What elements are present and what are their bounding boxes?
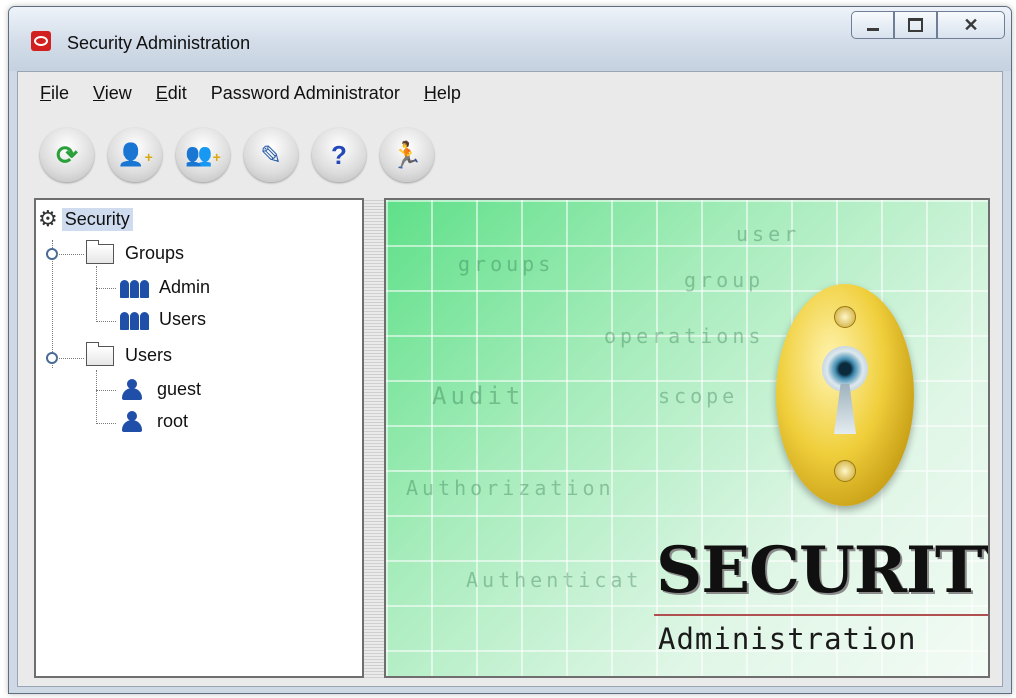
- add-group-icon: 👥+: [185, 142, 221, 167]
- watermark-operations: operations: [604, 324, 765, 348]
- watermark-scope: scope: [658, 384, 739, 408]
- tree-node-users[interactable]: Users: [86, 341, 175, 367]
- tree-node-label: Groups: [125, 243, 185, 263]
- add-user-button[interactable]: 👤+: [108, 128, 162, 182]
- exit-icon: 🏃: [390, 140, 424, 170]
- menu-edit-label: dit: [167, 82, 187, 103]
- tree-node-label: root: [157, 411, 189, 431]
- menu-view[interactable]: View: [93, 83, 132, 104]
- split-pane: ⚙ Security Groups Admin Users Users gues…: [34, 198, 990, 678]
- oracle-app-icon: [31, 31, 51, 51]
- tree-node-group-users[interactable]: Users: [120, 308, 209, 331]
- tree-connector: [96, 370, 97, 424]
- exit-button[interactable]: 🏃: [380, 128, 434, 182]
- splash-logo-rule: [654, 614, 988, 616]
- tree-connector: [96, 288, 116, 289]
- watermark-authentication: Authenticat: [466, 568, 643, 592]
- app-frame: File View Edit Password Administrator He…: [17, 71, 1003, 687]
- tree-connector: [56, 254, 84, 255]
- tree-node-label: Users: [159, 309, 207, 329]
- close-icon: ✕: [963, 14, 979, 35]
- menu-file[interactable]: File: [40, 83, 69, 104]
- tree-node-label: guest: [157, 379, 202, 399]
- tree-node-security[interactable]: ⚙ Security: [38, 206, 133, 232]
- splash-logo-subtitle: Administration: [658, 622, 917, 656]
- minimize-icon: [866, 27, 879, 31]
- edit-button[interactable]: ✎: [244, 128, 298, 182]
- menu-view-mnemonic: V: [93, 82, 105, 103]
- gears-icon: ⚙: [38, 206, 58, 231]
- user-icon: [120, 378, 146, 401]
- help-icon: ?: [331, 140, 347, 170]
- app-window: Security Administration ✕ File View Edit…: [8, 6, 1012, 694]
- add-group-button[interactable]: 👥+: [176, 128, 230, 182]
- menu-view-label: iew: [104, 82, 132, 103]
- watermark-audit: Audit: [432, 382, 525, 410]
- toolbar: ⟳ 👤+ 👥+ ✎ ? 🏃: [40, 128, 448, 182]
- menu-help-mnemonic: H: [423, 82, 437, 103]
- tree-connector: [96, 321, 116, 322]
- menu-bar: File View Edit Password Administrator He…: [18, 72, 1002, 114]
- menu-help-label: elp: [436, 82, 461, 103]
- menu-edit-mnemonic: E: [155, 82, 168, 103]
- gold-lock-icon: [776, 284, 914, 506]
- menu-file-mnemonic: F: [40, 82, 51, 103]
- edit-icon: ✎: [260, 140, 282, 170]
- tree-node-groups[interactable]: Groups: [86, 239, 187, 265]
- maximize-button[interactable]: [894, 11, 937, 39]
- tree-node-label: Admin: [159, 277, 211, 297]
- folder-icon: [86, 341, 114, 366]
- user-icon: [120, 410, 146, 433]
- tree-node-label: Users: [125, 345, 173, 365]
- group-icon: [120, 278, 150, 298]
- help-button[interactable]: ?: [312, 128, 366, 182]
- tree-connector: [96, 423, 116, 424]
- tree-node-user-guest[interactable]: guest: [120, 378, 204, 401]
- keyhole-slot: [834, 384, 856, 434]
- group-icon: [120, 310, 150, 330]
- refresh-icon: ⟳: [56, 140, 78, 170]
- window-title: Security Administration: [67, 33, 251, 53]
- menu-edit[interactable]: Edit: [156, 83, 187, 104]
- menu-password-administrator[interactable]: Password Administrator: [211, 83, 400, 104]
- title-bar[interactable]: Security Administration ✕: [9, 7, 1011, 71]
- close-button[interactable]: ✕: [937, 11, 1005, 39]
- splash-logo-title: SECURITY: [656, 533, 990, 608]
- watermark-groups: groups: [458, 252, 555, 276]
- splitter-handle[interactable]: [364, 198, 384, 678]
- security-tree[interactable]: ⚙ Security Groups Admin Users Users gues…: [34, 198, 364, 678]
- tree-node-label: Security: [61, 207, 133, 231]
- maximize-icon: [908, 18, 923, 32]
- watermark-authorization: Authorization: [406, 476, 615, 500]
- folder-icon: [86, 239, 114, 264]
- tree-connector: [96, 390, 116, 391]
- tree-connector: [96, 266, 97, 322]
- tree-connector: [56, 358, 84, 359]
- watermark-user: user: [736, 222, 801, 246]
- tree-node-group-admin[interactable]: Admin: [120, 276, 213, 299]
- window-controls: ✕: [851, 11, 1005, 39]
- menu-help[interactable]: Help: [424, 83, 461, 104]
- tree-node-user-root[interactable]: root: [120, 410, 191, 433]
- screw-icon: [834, 306, 856, 328]
- refresh-button[interactable]: ⟳: [40, 128, 94, 182]
- splash-panel: user groups group operations Audit scope…: [384, 198, 990, 678]
- add-user-icon: 👤+: [117, 142, 153, 167]
- watermark-group: group: [684, 268, 765, 292]
- menu-file-label: ile: [51, 82, 70, 103]
- screw-icon: [834, 460, 856, 482]
- minimize-button[interactable]: [851, 11, 894, 39]
